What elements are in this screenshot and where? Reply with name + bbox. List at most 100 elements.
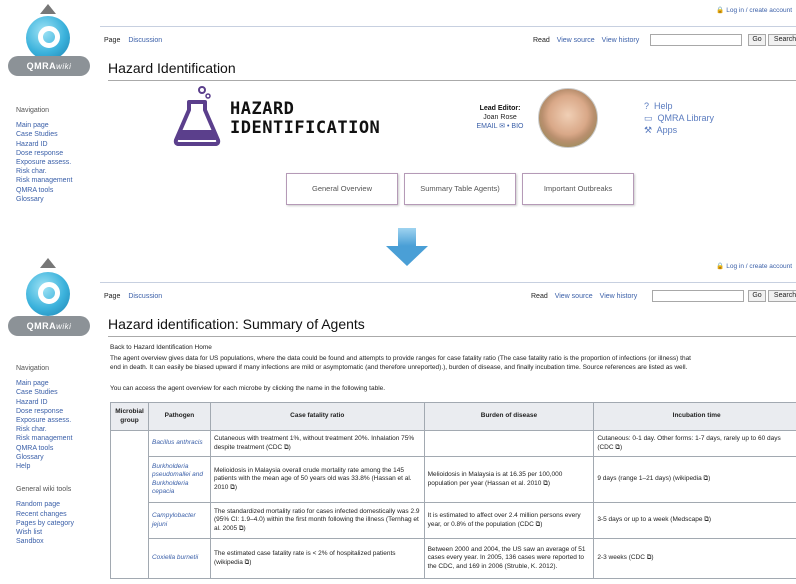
col-microbial-group: Microbial group (110, 402, 149, 431)
tool-recent-changes[interactable]: Recent changes (16, 510, 96, 519)
top-divider-2 (100, 282, 796, 283)
tab-read[interactable]: Read (533, 37, 550, 44)
burden-cell: It is estimated to affect over 2.4 milli… (423, 502, 595, 539)
qmra-wiki-logo-2[interactable]: QMRAwiki (8, 258, 90, 338)
tab-page[interactable]: Page (104, 293, 120, 300)
logo-top-mark (40, 258, 56, 268)
col-burden: Burden of disease (423, 402, 595, 431)
tab-read[interactable]: Read (531, 293, 548, 300)
logo-text: QMRAwiki (8, 316, 90, 336)
page-tabs: Page Discussion (104, 37, 168, 44)
editor-name: Joan Rose (483, 114, 517, 121)
search-input-2[interactable] (652, 290, 744, 302)
tab-view-source[interactable]: View source (557, 37, 595, 44)
right-links: ? Help ▭ QMRA Library ⚒ Apps (644, 100, 714, 136)
title-underline (108, 80, 796, 81)
nav-qmra-tools[interactable]: QMRA tools (16, 186, 96, 195)
nav-hazard-id[interactable]: Hazard ID (16, 140, 96, 149)
tool-random-page[interactable]: Random page (16, 500, 96, 509)
intro-line-2: end in death. It can easily be biased up… (110, 364, 688, 371)
qmra-library-link[interactable]: ▭ QMRA Library (644, 112, 714, 124)
editor-label: Lead Editor: (479, 105, 521, 112)
qmra-wiki-logo[interactable]: QMRAwiki (8, 4, 90, 76)
editor-links[interactable]: EMAIL ✉ • BIO (460, 122, 540, 131)
nav-dose-response[interactable]: Dose response (16, 149, 96, 158)
top-divider (100, 26, 796, 27)
help-icon: ? (644, 101, 650, 111)
tool-sandbox[interactable]: Sandbox (16, 537, 96, 546)
back-link[interactable]: Back to Hazard Identification Home (110, 344, 796, 352)
cfr-cell: Cutaneous with treatment 1%, without tre… (209, 430, 425, 457)
tab-page[interactable]: Page (104, 37, 120, 44)
nav-help[interactable]: Help (16, 462, 96, 471)
nav-exposure-assess[interactable]: Exposure assess. (16, 158, 96, 167)
tool-pages-by-category[interactable]: Pages by category (16, 519, 96, 528)
view-tabs: Read View source View history (528, 37, 639, 44)
lead-editor-box: Lead Editor: Joan Rose EMAIL ✉ • BIO (460, 104, 540, 131)
nav-main-page[interactable]: Main page (16, 379, 96, 388)
nav-glossary[interactable]: Glossary (16, 453, 96, 462)
pathogen-link[interactable]: Coxiella burnetii (147, 538, 211, 579)
nav-risk-char[interactable]: Risk char. (16, 167, 96, 176)
editor-photo (538, 88, 598, 148)
tab-discussion[interactable]: Discussion (128, 37, 162, 44)
pathogen-link[interactable]: Campylobacter jejuni (147, 502, 211, 539)
tab-view-history[interactable]: View history (602, 37, 640, 44)
microbial-group-cell (110, 430, 149, 579)
nav-qmra-tools[interactable]: QMRA tools (16, 444, 96, 453)
nav-exposure-assess[interactable]: Exposure assess. (16, 416, 96, 425)
cfr-cell: The standardized mortality ratio for cas… (209, 502, 425, 539)
search-button[interactable]: Search (768, 34, 796, 46)
apps-link[interactable]: ⚒ Apps (644, 124, 714, 136)
help-link[interactable]: ? Help (644, 100, 714, 112)
table-row: Burkholderia pseudomallei and Burkholder… (111, 456, 796, 503)
nav-glossary[interactable]: Glossary (16, 195, 96, 204)
nav-hazard-id[interactable]: Hazard ID (16, 398, 96, 407)
search-input[interactable] (650, 34, 742, 46)
col-incubation: Incubation time (593, 402, 796, 431)
nav-heading: Navigation (16, 107, 50, 114)
pathogen-link[interactable]: Burkholderia pseudomallei and Burkholder… (147, 456, 211, 503)
incubation-cell: 9 days (range 1–21 days) (wikipedia ⧉) (593, 456, 796, 503)
go-button-2[interactable]: Go (748, 290, 766, 302)
nav-case-studies[interactable]: Case Studies (16, 388, 96, 397)
tool-wish-list[interactable]: Wish list (16, 528, 96, 537)
important-outbreaks-button[interactable]: Important Outbreaks (522, 173, 634, 205)
nav-risk-management[interactable]: Risk management (16, 176, 96, 185)
general-overview-button[interactable]: General Overview (286, 173, 398, 205)
nav-heading: Navigation (16, 365, 50, 372)
page-title: Hazard Identification (108, 60, 236, 76)
tab-view-history[interactable]: View history (600, 293, 638, 300)
tab-view-source[interactable]: View source (555, 293, 593, 300)
tools-heading: General wiki tools (16, 486, 72, 494)
down-arrow-shaft (398, 228, 416, 246)
page-tabs-2: Page Discussion (104, 293, 168, 300)
nav-risk-char[interactable]: Risk char. (16, 425, 96, 434)
col-pathogen: Pathogen (147, 402, 211, 431)
table-header-row: Microbial group Pathogen Case fatality r… (110, 402, 796, 431)
table-row: Campylobacter jejuni The standardized mo… (111, 502, 796, 539)
nav-risk-management[interactable]: Risk management (16, 434, 96, 443)
hazard-identification-banner: HAZARD IDENTIFICATION (230, 100, 380, 138)
flask-icon (173, 86, 221, 146)
wiki-page-summary-of-agents: QMRAwiki 🔒 Log in / create account Page … (0, 252, 796, 584)
nav-case-studies[interactable]: Case Studies (16, 130, 96, 139)
logo-text: QMRAwiki (8, 56, 90, 76)
burden-cell: Melioidosis in Malaysia is at 16.35 per … (423, 456, 595, 503)
tab-discussion[interactable]: Discussion (128, 293, 162, 300)
pathogen-link[interactable]: Bacillus anthracis (147, 430, 211, 457)
summary-table-agents-button[interactable]: Summary Table Agents) (404, 173, 516, 205)
search-button-2[interactable]: Search (768, 290, 796, 302)
intro-line-3: You can access the agent overview for ea… (110, 385, 386, 392)
view-tabs-2: Read View source View history (526, 293, 637, 300)
sidebar-navigation-2: Navigation Main page Case Studies Hazard… (16, 364, 96, 546)
nav-dose-response[interactable]: Dose response (16, 407, 96, 416)
sidebar-navigation: Navigation Main page Case Studies Hazard… (16, 106, 96, 204)
nav-main-page[interactable]: Main page (16, 121, 96, 130)
login-link-2[interactable]: 🔒 Log in / create account (716, 262, 792, 270)
page-title-2: Hazard identification: Summary of Agents (108, 316, 365, 332)
incubation-cell: 2-3 weeks (CDC ⧉) (593, 538, 796, 579)
login-link[interactable]: 🔒 Log in / create account (716, 6, 792, 14)
go-button[interactable]: Go (748, 34, 766, 46)
wiki-page-hazard-identification: QMRAwiki 🔒 Log in / create account Page … (0, 0, 796, 228)
